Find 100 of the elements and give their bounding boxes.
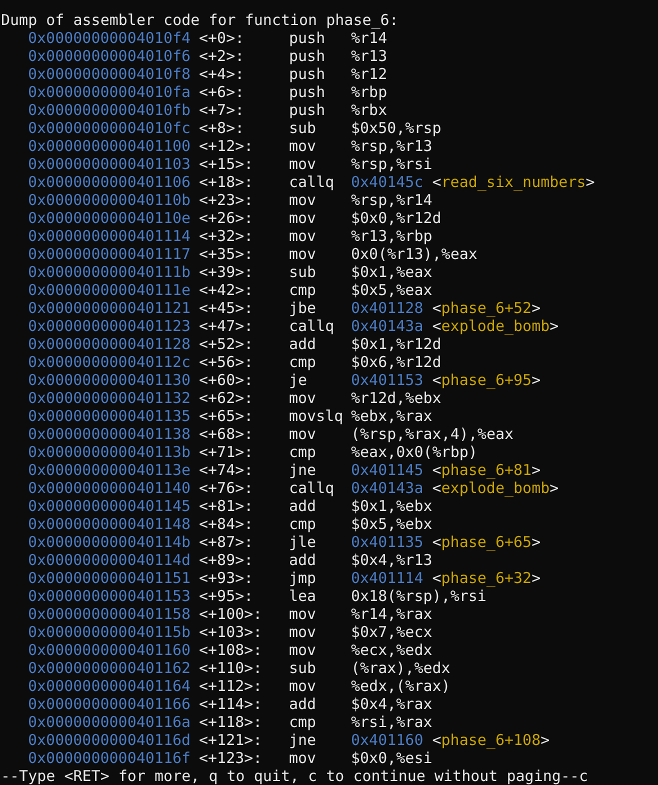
offset-text: <+112>: bbox=[199, 677, 264, 695]
mnemonic-text: push bbox=[289, 29, 326, 47]
offset-text: <+121>: bbox=[199, 731, 264, 749]
address-text: 0x0000000000401106 bbox=[28, 173, 192, 191]
mnemonic-text: sub bbox=[289, 263, 318, 281]
mnemonic-text: sub bbox=[289, 659, 318, 677]
operand-text: $0x4,%r13 bbox=[351, 551, 432, 569]
mnemonic-text: cmp bbox=[289, 713, 318, 731]
operand-text: $0x6,%r12d bbox=[351, 353, 442, 371]
offset-text: <+18>: bbox=[199, 173, 254, 191]
address-text: 0x0000000000401153 bbox=[28, 587, 192, 605]
offset-text: <+65>: bbox=[199, 407, 254, 425]
offset-text: <+123>: bbox=[199, 749, 264, 767]
address-text: 0x0000000000401148 bbox=[28, 515, 192, 533]
offset-text: <+108>: bbox=[199, 641, 264, 659]
operand-text: $0x1,%eax bbox=[351, 263, 432, 281]
header-text: Dump of assembler code for function phase_6: bbox=[1, 11, 398, 29]
address-text: 0x000000000040112c bbox=[28, 353, 192, 371]
offset-text: <+68>: bbox=[199, 425, 254, 443]
mnemonic-text: mov bbox=[289, 155, 318, 173]
offset-text: <+0>: bbox=[199, 29, 246, 47]
operand-text: $0x7,%ecx bbox=[351, 623, 432, 641]
operand-text: %r14,%rax bbox=[351, 605, 432, 623]
offset-text: <+12>: bbox=[199, 137, 254, 155]
target-address: 0x401128 bbox=[351, 299, 424, 317]
offset-text: <+7>: bbox=[199, 101, 246, 119]
mnemonic-text: mov bbox=[289, 389, 318, 407]
operand-text: %ebx,%rax bbox=[351, 407, 432, 425]
offset-text: <+84>: bbox=[199, 515, 254, 533]
target-address: 0x401114 bbox=[351, 569, 424, 587]
mnemonic-text: cmp bbox=[289, 353, 318, 371]
target-address: 0x401135 bbox=[351, 533, 424, 551]
address-text: 0x0000000000401114 bbox=[28, 227, 192, 245]
operand-text: $0x5,%eax bbox=[351, 281, 432, 299]
operand-text: $0x0,%esi bbox=[351, 749, 432, 767]
operand-text: %edx,(%rax) bbox=[351, 677, 450, 695]
mnemonic-text: jmp bbox=[289, 569, 318, 587]
offset-text: <+47>: bbox=[199, 317, 254, 335]
address-text: 0x0000000000401162 bbox=[28, 659, 192, 677]
offset-text: <+6>: bbox=[199, 83, 246, 101]
operand-text: %eax,0x0(%rbp) bbox=[351, 443, 478, 461]
offset-text: <+89>: bbox=[199, 551, 254, 569]
operand-text: $0x4,%rax bbox=[351, 695, 432, 713]
address-text: 0x000000000040116d bbox=[28, 731, 192, 749]
mnemonic-text: jbe bbox=[289, 299, 318, 317]
offset-text: <+114>: bbox=[199, 695, 264, 713]
address-text: 0x000000000040111b bbox=[28, 263, 192, 281]
mnemonic-text: sub bbox=[289, 119, 318, 137]
address-text: 0x0000000000401135 bbox=[28, 407, 192, 425]
mnemonic-text: mov bbox=[289, 191, 318, 209]
mnemonic-text: mov bbox=[289, 677, 318, 695]
operand-text: %r12 bbox=[351, 65, 388, 83]
address-text: 0x000000000040113b bbox=[28, 443, 192, 461]
mnemonic-text: cmp bbox=[289, 281, 318, 299]
symbol-label: <phase_6+95> bbox=[432, 371, 541, 389]
offset-text: <+95>: bbox=[199, 587, 254, 605]
address-text: 0x0000000000401103 bbox=[28, 155, 192, 173]
operand-text: %rsp,%r14 bbox=[351, 191, 432, 209]
offset-text: <+26>: bbox=[199, 209, 254, 227]
operand-text: $0x50,%rsp bbox=[351, 119, 442, 137]
offset-text: <+35>: bbox=[199, 245, 254, 263]
offset-text: <+8>: bbox=[199, 119, 246, 137]
operand-text: %rsp,%rsi bbox=[351, 155, 432, 173]
address-text: 0x0000000000401117 bbox=[28, 245, 192, 263]
address-text: 0x0000000000401121 bbox=[28, 299, 192, 317]
mnemonic-text: jne bbox=[289, 461, 318, 479]
operand-text: %ecx,%edx bbox=[351, 641, 432, 659]
offset-text: <+110>: bbox=[199, 659, 264, 677]
mnemonic-text: mov bbox=[289, 245, 318, 263]
address-text: 0x000000000040113e bbox=[28, 461, 192, 479]
offset-text: <+52>: bbox=[199, 335, 254, 353]
mnemonic-text: jne bbox=[289, 731, 318, 749]
mnemonic-text: add bbox=[289, 551, 318, 569]
offset-text: <+32>: bbox=[199, 227, 254, 245]
mnemonic-text: mov bbox=[289, 137, 318, 155]
mnemonic-text: push bbox=[289, 47, 326, 65]
operand-text: %rsp,%r13 bbox=[351, 137, 432, 155]
mnemonic-text: jle bbox=[289, 533, 318, 551]
address-text: 0x0000000000401130 bbox=[28, 371, 192, 389]
symbol-label: <phase_6+32> bbox=[432, 569, 541, 587]
target-address: 0x40143a bbox=[351, 479, 424, 497]
mnemonic-text: callq bbox=[289, 479, 336, 497]
offset-text: <+71>: bbox=[199, 443, 254, 461]
pager-prompt: --Type <RET> for more, q to quit, c to continue without paging--c bbox=[1, 767, 588, 785]
symbol-label: <phase_6+108> bbox=[432, 731, 550, 749]
mnemonic-text: movslq bbox=[289, 407, 344, 425]
operand-text: 0x18(%rsp),%rsi bbox=[351, 587, 486, 605]
address-text: 0x00000000004010f8 bbox=[28, 65, 192, 83]
operand-text: %r12d,%ebx bbox=[351, 389, 442, 407]
address-text: 0x000000000040116a bbox=[28, 713, 192, 731]
mnemonic-text: mov bbox=[289, 605, 318, 623]
offset-text: <+15>: bbox=[199, 155, 254, 173]
address-text: 0x0000000000401128 bbox=[28, 335, 192, 353]
offset-text: <+100>: bbox=[199, 605, 264, 623]
address-text: 0x000000000040111e bbox=[28, 281, 192, 299]
mnemonic-text: cmp bbox=[289, 443, 318, 461]
address-text: 0x0000000000401151 bbox=[28, 569, 192, 587]
address-text: 0x0000000000401140 bbox=[28, 479, 192, 497]
offset-text: <+87>: bbox=[199, 533, 254, 551]
address-text: 0x000000000040114d bbox=[28, 551, 192, 569]
